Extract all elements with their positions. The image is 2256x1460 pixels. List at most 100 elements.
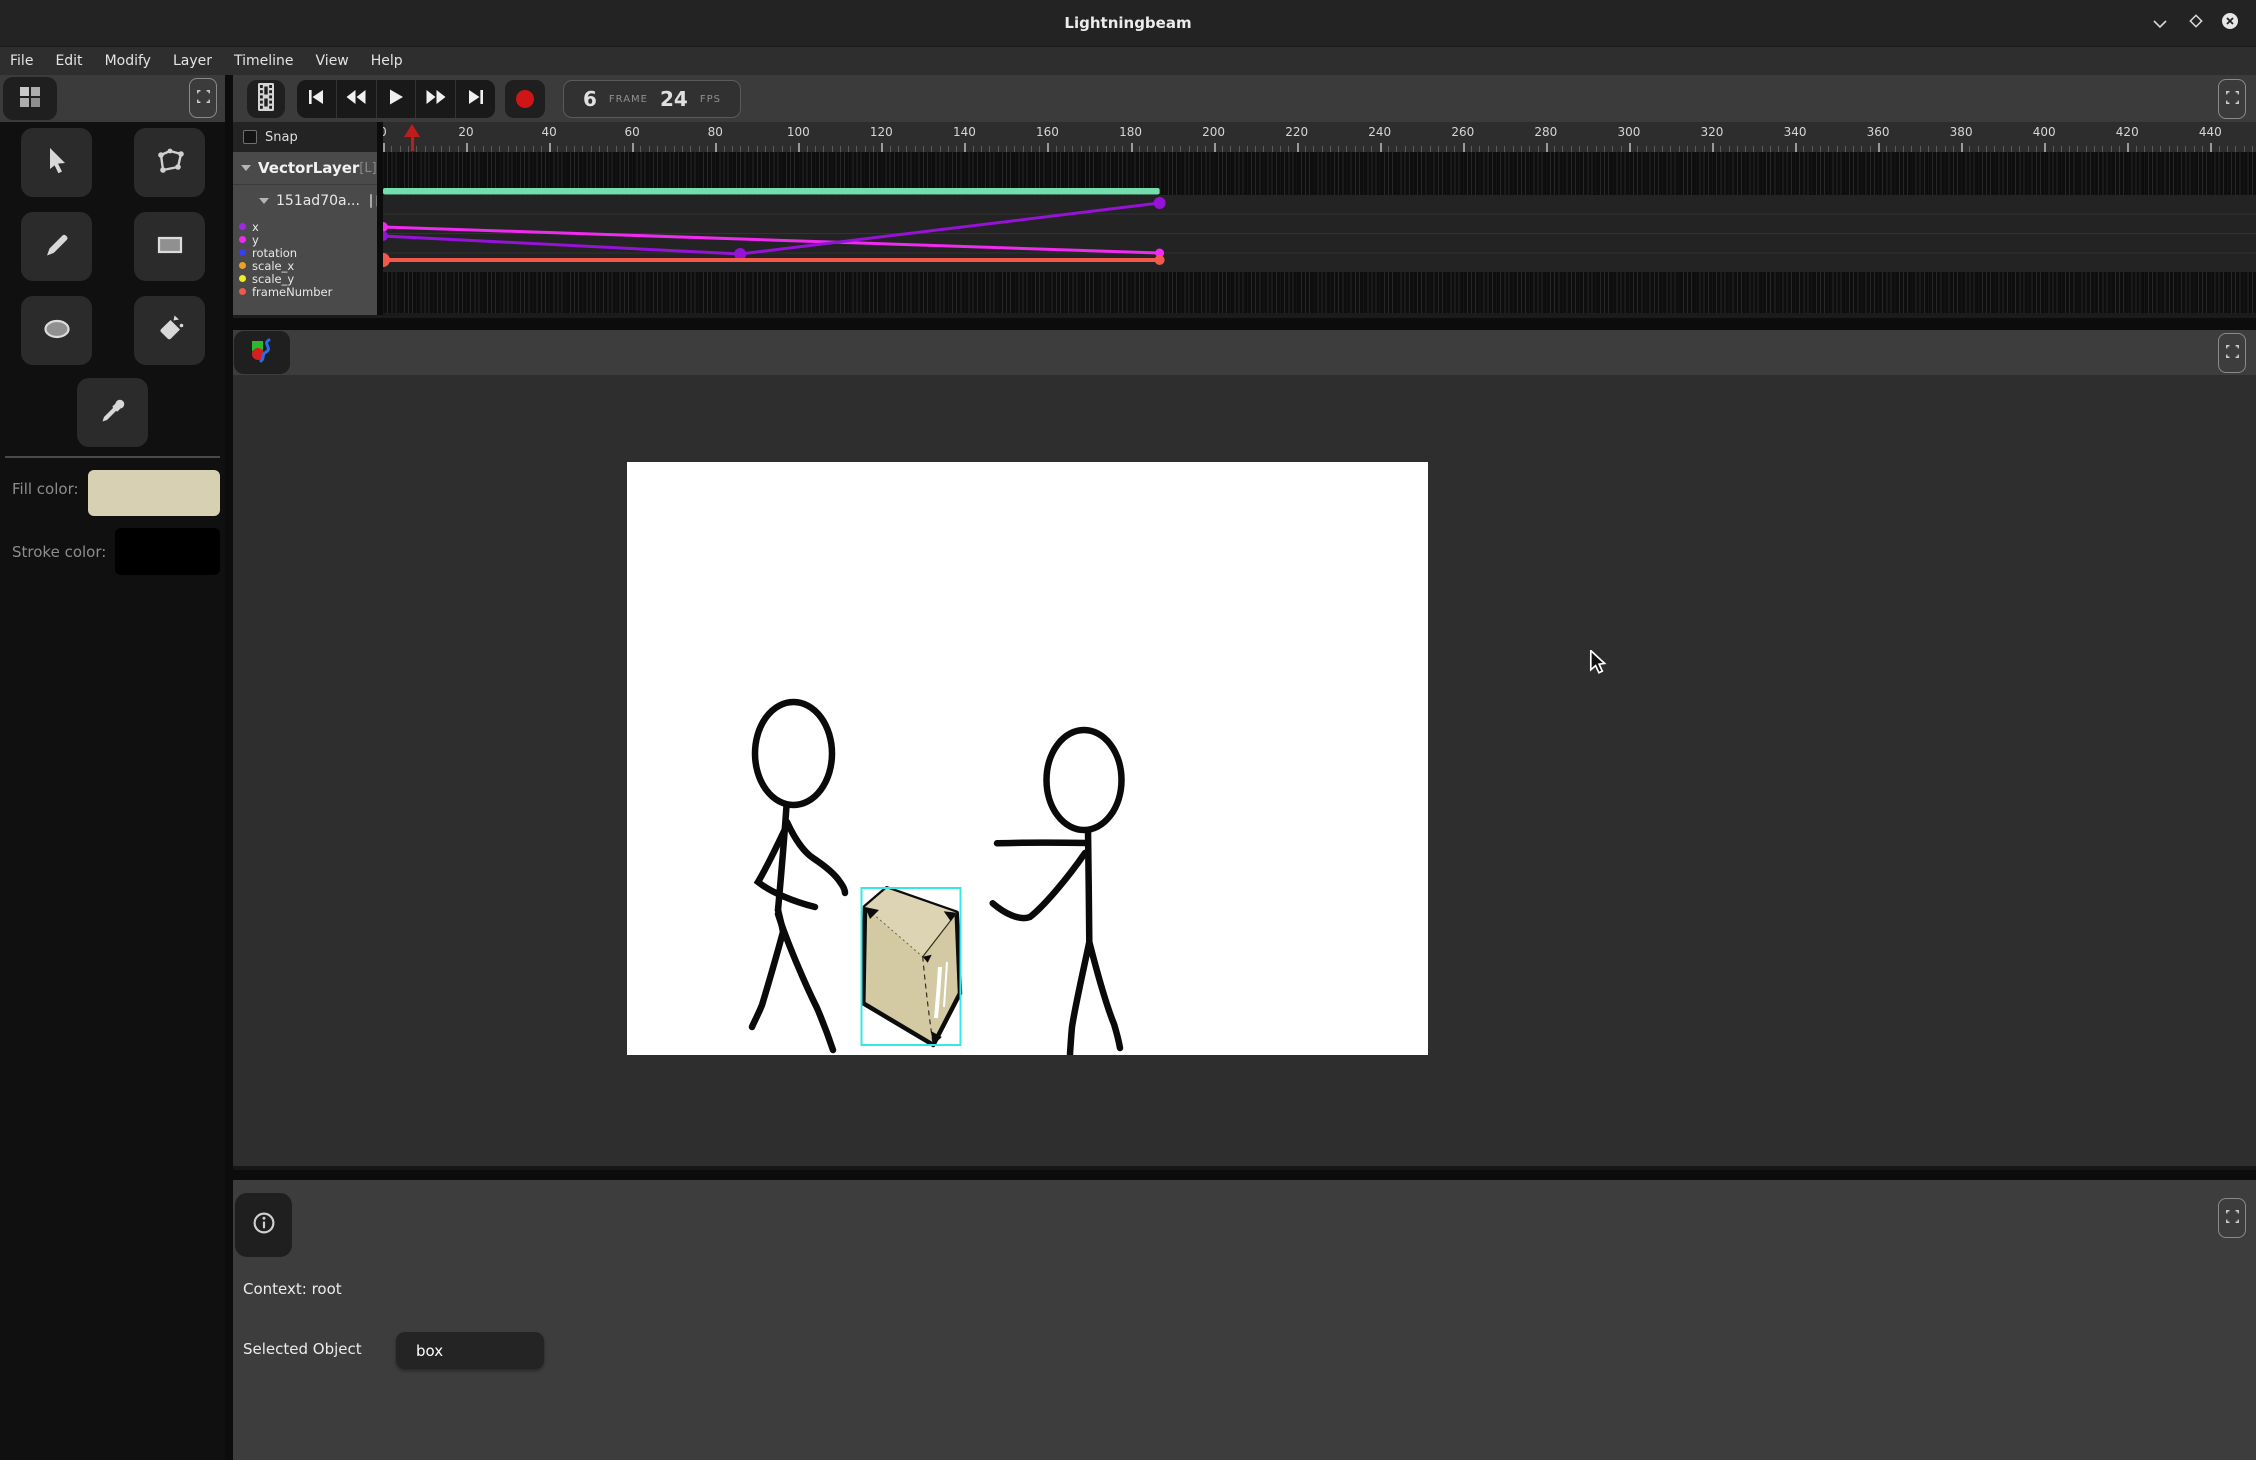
property-label: frameNumber xyxy=(252,285,332,299)
menu-file[interactable]: File xyxy=(10,53,33,69)
context-panel: Context: root Selected Object xyxy=(233,1180,2256,1460)
rewind-icon xyxy=(345,88,367,110)
timeline-curves[interactable] xyxy=(383,152,2256,315)
layer-row-vectorlayer[interactable]: VectorLayer[L] xyxy=(233,152,377,184)
record-icon xyxy=(516,90,534,108)
property-row[interactable]: x xyxy=(233,220,259,233)
timeline-header: 6 FRAME 24 FPS xyxy=(233,75,2256,122)
transport-controls xyxy=(297,80,495,118)
maximize-button[interactable] xyxy=(2184,11,2208,35)
box-object[interactable] xyxy=(862,888,961,1045)
expand-icon xyxy=(196,89,211,108)
clip-row[interactable]: 151ad70a... ~ xyxy=(233,184,377,217)
property-list: x y rotation scale_x scale_y frameNumber xyxy=(233,217,377,315)
property-row[interactable]: scale_y xyxy=(233,272,294,285)
fill-color-label: Fill color: xyxy=(12,480,79,498)
pencil-icon xyxy=(41,229,73,265)
menu-view[interactable]: View xyxy=(316,53,349,69)
stage-tab-button[interactable] xyxy=(234,331,290,374)
fps-value: 24 xyxy=(660,87,688,111)
clip-color-button[interactable] xyxy=(370,194,372,208)
layer-list: Snap VectorLayer[L] 151ad70a... ~ x y ro… xyxy=(233,122,377,315)
menu-bar: File Edit Modify Layer Timeline View Hel… xyxy=(0,46,2256,75)
canvas-area[interactable] xyxy=(233,375,2256,1170)
menu-edit[interactable]: Edit xyxy=(55,53,82,69)
canvas-header xyxy=(233,330,2256,375)
divider xyxy=(5,456,220,458)
menu-modify[interactable]: Modify xyxy=(105,53,151,69)
skip-to-end-button[interactable] xyxy=(456,80,495,118)
selected-object-input[interactable] xyxy=(396,1332,544,1369)
property-dot xyxy=(239,288,246,295)
fill-color-swatch[interactable] xyxy=(88,470,220,516)
tool-panel-header xyxy=(0,75,225,122)
property-dot xyxy=(239,236,246,243)
property-row[interactable]: rotation xyxy=(233,246,297,259)
snap-label: Snap xyxy=(265,130,298,145)
layer-name: VectorLayer xyxy=(258,159,359,177)
paint-bucket-tool-button[interactable] xyxy=(134,296,205,365)
menu-layer[interactable]: Layer xyxy=(173,53,212,69)
rectangle-tool-button[interactable] xyxy=(134,212,205,281)
record-button[interactable] xyxy=(505,80,545,118)
property-label: x xyxy=(252,220,259,234)
eyedropper-tool-button[interactable] xyxy=(77,378,148,447)
skip-end-icon xyxy=(466,88,486,110)
stage[interactable] xyxy=(627,462,1428,1055)
play-button[interactable] xyxy=(377,80,417,118)
playhead[interactable] xyxy=(404,124,420,152)
info-icon xyxy=(252,1211,276,1239)
info-tab-button[interactable] xyxy=(235,1193,292,1257)
property-dot xyxy=(239,262,246,269)
timeline-expand-button[interactable] xyxy=(2218,79,2246,119)
skip-to-start-button[interactable] xyxy=(297,80,337,118)
close-button[interactable] xyxy=(2218,11,2242,35)
transform-icon xyxy=(154,145,186,181)
property-label: scale_y xyxy=(252,272,294,286)
timeline-frames: 0204060801001201401601802002202402602803… xyxy=(383,122,2256,315)
rectangle-icon xyxy=(154,229,186,265)
paint-bucket-icon xyxy=(154,313,186,349)
minimize-button[interactable] xyxy=(2148,11,2172,35)
ellipse-tool-button[interactable] xyxy=(21,296,92,365)
timeline-panel: 6 FRAME 24 FPS Snap VectorLayer[L] 151ad… xyxy=(233,75,2256,318)
property-row[interactable]: y xyxy=(233,233,259,246)
snap-checkbox[interactable] xyxy=(243,130,257,144)
chevron-down-icon xyxy=(2152,14,2168,33)
tool-panel: Fill color: Stroke color: xyxy=(0,75,225,1460)
select-tool-button[interactable] xyxy=(21,128,92,197)
chevron-down-icon[interactable] xyxy=(241,165,251,171)
fast-forward-button[interactable] xyxy=(416,80,456,118)
ellipse-icon xyxy=(41,313,73,349)
transform-tool-button[interactable] xyxy=(134,128,205,197)
tool-panel-expand-button[interactable] xyxy=(189,78,217,118)
timeline-ruler[interactable]: 0204060801001201401601802002202402602803… xyxy=(383,122,2256,152)
fps-unit-label: FPS xyxy=(700,94,721,105)
property-dot xyxy=(239,275,246,282)
expand-icon xyxy=(2225,344,2240,363)
pencil-tool-button[interactable] xyxy=(21,212,92,281)
context-panel-expand-button[interactable] xyxy=(2218,1198,2246,1238)
stage-drawing xyxy=(627,462,1428,1055)
canvas-expand-button[interactable] xyxy=(2218,333,2246,373)
eyedropper-icon xyxy=(97,395,129,431)
rewind-button[interactable] xyxy=(337,80,377,118)
panel-grid-button[interactable] xyxy=(3,77,57,120)
timeline-tab-button[interactable] xyxy=(247,80,285,118)
menu-help[interactable]: Help xyxy=(371,53,403,69)
skip-start-icon xyxy=(306,88,326,110)
play-icon xyxy=(388,88,404,110)
expand-icon xyxy=(2225,1209,2240,1228)
close-icon xyxy=(2221,12,2239,34)
chevron-down-icon[interactable] xyxy=(259,198,269,204)
film-strip-icon xyxy=(255,82,277,116)
property-row[interactable]: scale_x xyxy=(233,259,294,272)
stroke-color-swatch[interactable] xyxy=(115,528,220,575)
menu-timeline[interactable]: Timeline xyxy=(234,53,294,69)
snap-row: Snap xyxy=(233,122,377,152)
frame-unit-label: FRAME xyxy=(609,94,648,105)
canvas-panel xyxy=(233,330,2256,1170)
property-label: y xyxy=(252,233,259,247)
property-row[interactable]: frameNumber xyxy=(233,285,332,298)
diamond-icon xyxy=(2188,13,2204,33)
